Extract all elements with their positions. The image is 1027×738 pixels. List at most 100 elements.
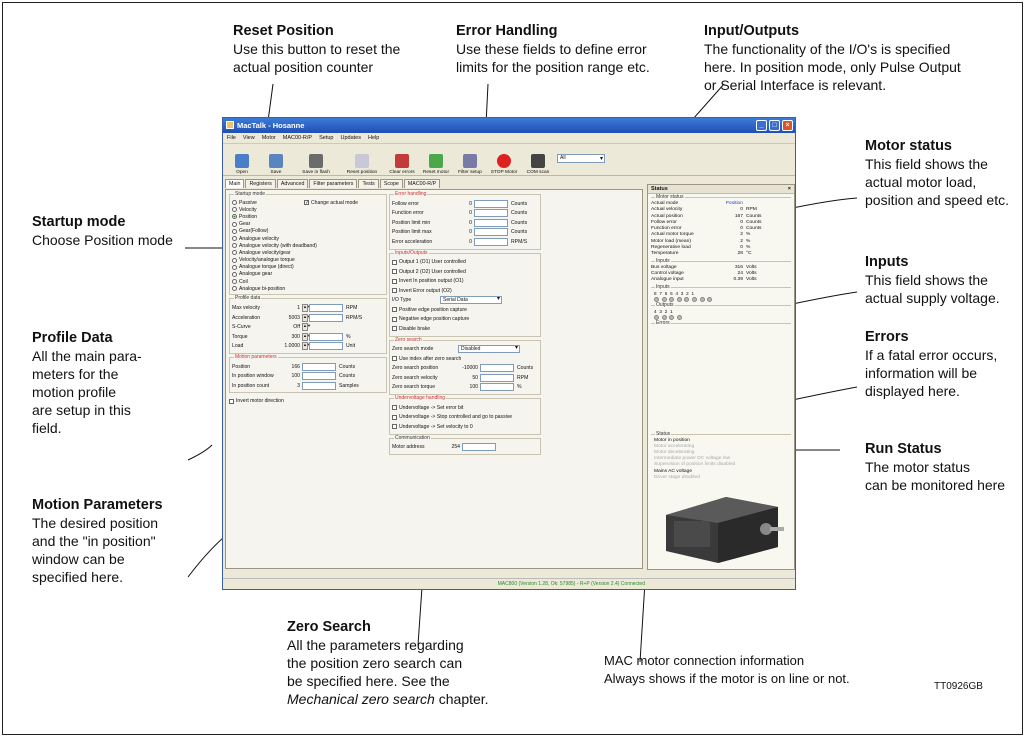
- parameter-input[interactable]: [474, 228, 508, 237]
- toolbar-button-reset-motor[interactable]: Reset motor: [421, 154, 451, 175]
- menu-mac00[interactable]: MAC00-R/P: [283, 135, 312, 141]
- tab-scope[interactable]: Scope: [379, 179, 403, 188]
- radio-button[interactable]: [232, 207, 237, 213]
- invert-motor-direction-checkbox[interactable]: Invert motor direction: [229, 396, 387, 406]
- io-checkbox[interactable]: Positive edge position capture: [392, 305, 538, 315]
- radio-button[interactable]: [232, 271, 237, 277]
- menu-setup[interactable]: Setup: [319, 135, 333, 141]
- radio-button[interactable]: [232, 236, 237, 242]
- toolbar-button-save-in-flash[interactable]: Save in flash: [295, 154, 337, 175]
- parameter-input[interactable]: [474, 199, 508, 208]
- menu-help[interactable]: Help: [368, 135, 379, 141]
- io-checkbox[interactable]: Output 2 (O2) User controlled: [392, 267, 538, 277]
- spin-control[interactable]: ▲▼: [302, 332, 311, 341]
- close-button[interactable]: ×: [782, 120, 793, 131]
- toolbar-button-reset-position[interactable]: Reset position: [341, 154, 383, 175]
- filter-combo[interactable]: All: [557, 154, 605, 163]
- radio-button[interactable]: [232, 250, 237, 256]
- tab-registers[interactable]: Registers: [245, 179, 276, 188]
- tab-filter-parameters[interactable]: Filter parameters: [309, 179, 358, 188]
- io-checkbox[interactable]: Invert Error output (O2): [392, 286, 538, 296]
- parameter-input[interactable]: [480, 383, 514, 392]
- startup-mode-option[interactable]: Analogue velocity/gear: [232, 249, 384, 256]
- io-checkbox[interactable]: Undervoltage -> Stop controlled and go t…: [392, 413, 538, 423]
- toolbar-button-open[interactable]: Open: [227, 154, 257, 175]
- parameter-input[interactable]: [480, 373, 514, 382]
- radio-button[interactable]: [232, 221, 237, 227]
- startup-mode-option[interactable]: Analogue gear: [232, 271, 384, 278]
- tab-main[interactable]: Main: [225, 179, 245, 188]
- io-checkbox[interactable]: Disable brake: [392, 324, 538, 334]
- toolbar-button-com-scan[interactable]: COM scan: [523, 154, 553, 175]
- startup-mode-option[interactable]: Analogue velocity: [232, 235, 384, 242]
- checkbox[interactable]: [392, 269, 397, 275]
- minimize-button[interactable]: _: [756, 120, 767, 131]
- startup-mode-option[interactable]: Velocity/analogue torque: [232, 257, 384, 264]
- toolbar-button-save[interactable]: Save: [261, 154, 291, 175]
- io-checkbox[interactable]: Undervoltage -> Set error bit: [392, 403, 538, 413]
- checkbox[interactable]: [392, 414, 397, 420]
- parameter-input[interactable]: [474, 218, 508, 227]
- close-icon[interactable]: ×: [788, 185, 791, 194]
- checkbox[interactable]: [392, 356, 397, 362]
- checkbox[interactable]: [392, 259, 397, 265]
- startup-mode-option[interactable]: Analogue bi-position: [232, 285, 384, 292]
- checkbox[interactable]: [392, 326, 397, 332]
- startup-mode-option[interactable]: Analogue velocity (with deadband): [232, 242, 384, 249]
- checkbox[interactable]: [392, 316, 397, 322]
- radio-button[interactable]: [232, 257, 237, 263]
- radio-button[interactable]: [232, 214, 237, 220]
- toolbar-button-stop-motor[interactable]: STOP Motor: [489, 154, 519, 175]
- tab-advanced[interactable]: Advanced: [276, 179, 309, 188]
- parameter-input[interactable]: [309, 304, 343, 313]
- parameter-input[interactable]: [302, 381, 336, 390]
- checkbox[interactable]: [392, 288, 397, 294]
- checkbox[interactable]: [392, 307, 397, 313]
- spin-control[interactable]: ▲▼: [302, 342, 311, 351]
- startup-mode-option[interactable]: Coil: [232, 278, 384, 285]
- checkbox[interactable]: ✓: [304, 200, 309, 206]
- zero-search-mode-select[interactable]: Disabled: [458, 345, 520, 354]
- io-type-select[interactable]: Serial Data: [440, 296, 502, 305]
- io-checkbox[interactable]: Undervoltage -> Set velocity to 0: [392, 422, 538, 432]
- maximize-button[interactable]: □: [769, 120, 780, 131]
- checkbox[interactable]: [392, 278, 397, 284]
- io-checkbox[interactable]: Negative edge position capture: [392, 315, 538, 325]
- spin-control[interactable]: ▲▼: [302, 304, 311, 313]
- startup-mode-option[interactable]: Analogue torque (direct): [232, 264, 384, 271]
- menu-view[interactable]: View: [243, 135, 255, 141]
- toolbar-button-filter-setup[interactable]: Filter setup: [455, 154, 485, 175]
- spin-control[interactable]: ▲▼: [302, 323, 311, 332]
- radio-button[interactable]: [232, 200, 237, 206]
- spin-control[interactable]: ▲▼: [302, 313, 311, 322]
- radio-button[interactable]: [232, 286, 237, 292]
- tab-tests[interactable]: Tests: [358, 179, 379, 188]
- parameter-input[interactable]: [302, 372, 336, 381]
- startup-mode-option[interactable]: Gear(Follow): [232, 228, 384, 235]
- radio-button[interactable]: [232, 264, 237, 270]
- parameter-input[interactable]: [309, 342, 343, 351]
- checkbox[interactable]: [392, 424, 397, 430]
- change-actual-mode-checkbox[interactable]: ✓ Change actual mode: [304, 198, 358, 208]
- radio-button[interactable]: [232, 243, 237, 249]
- parameter-input[interactable]: [474, 237, 508, 246]
- startup-mode-option[interactable]: Position: [232, 213, 384, 220]
- window-titlebar[interactable]: MacTalk - Hosanne _ □ ×: [223, 118, 795, 133]
- menu-motor[interactable]: Motor: [262, 135, 276, 141]
- startup-mode-option[interactable]: Gear: [232, 221, 384, 228]
- parameter-input[interactable]: [309, 332, 343, 341]
- use-index-checkbox[interactable]: Use index after zero search: [392, 354, 538, 364]
- checkbox[interactable]: [229, 398, 234, 404]
- io-checkbox[interactable]: Invert In position output (O1): [392, 277, 538, 287]
- toolbar-button-clear-errors[interactable]: Clear errors: [387, 154, 417, 175]
- parameter-input[interactable]: [309, 313, 343, 322]
- parameter-input[interactable]: [474, 209, 508, 218]
- motor-address-input[interactable]: [462, 443, 496, 452]
- radio-button[interactable]: [232, 228, 237, 234]
- parameter-input[interactable]: [480, 364, 514, 373]
- menu-updates[interactable]: Updates: [340, 135, 361, 141]
- parameter-input[interactable]: [302, 362, 336, 371]
- checkbox[interactable]: [392, 405, 397, 411]
- io-checkbox[interactable]: Output 1 (O1) User controlled: [392, 258, 538, 268]
- tab-mac00-r-p[interactable]: MAC00-R/P: [403, 179, 441, 188]
